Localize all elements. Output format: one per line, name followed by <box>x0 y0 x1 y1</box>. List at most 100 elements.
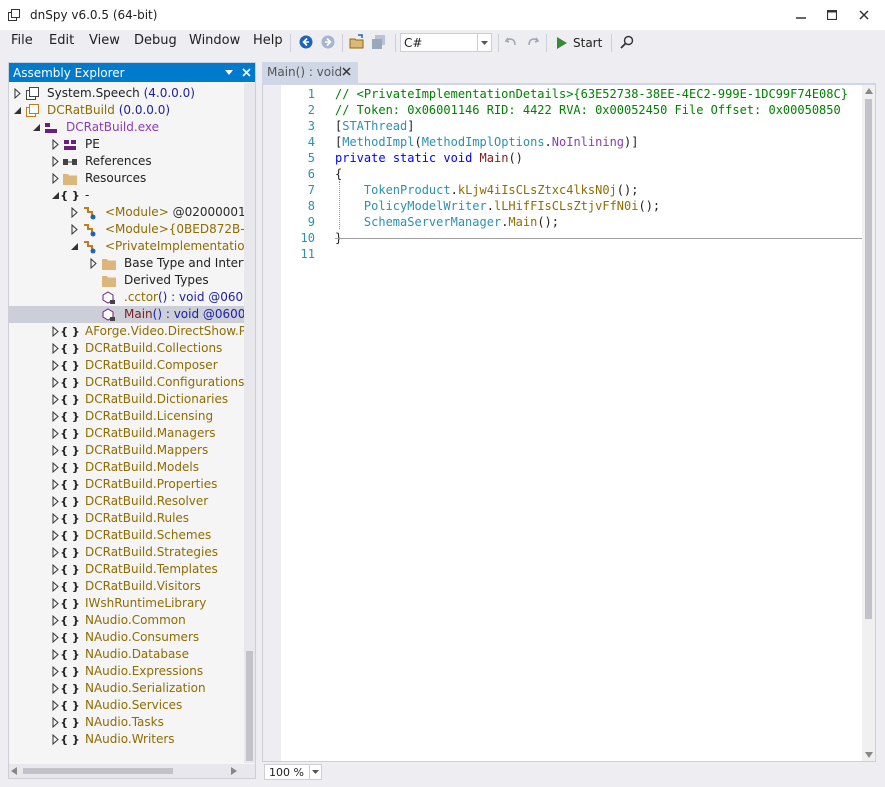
menu-view[interactable]: View <box>87 33 122 48</box>
tree-item-pe[interactable]: PE <box>9 136 244 153</box>
scroll-down-icon[interactable] <box>865 752 873 758</box>
tree-item-namespace[interactable]: { } DCRatBuild.Templates <box>9 561 244 578</box>
maximize-button[interactable] <box>820 4 844 26</box>
expand-arrow-icon[interactable] <box>89 258 99 269</box>
scroll-right-icon[interactable] <box>231 767 237 775</box>
tab-close-button[interactable] <box>342 65 351 79</box>
tree-item-derived-types[interactable]: Derived Types <box>9 272 244 289</box>
close-icon <box>859 10 869 20</box>
scrollbar-thumb[interactable] <box>246 651 253 761</box>
collapse-arrow-icon[interactable] <box>32 122 42 133</box>
namespace-icon: { } <box>60 342 80 355</box>
open-button[interactable] <box>348 33 366 51</box>
tree-item-namespace[interactable]: { } DCRatBuild.Collections <box>9 340 244 357</box>
tree-item-system-speech[interactable]: System.Speech (4.0.0.0) <box>9 85 244 102</box>
tree-item-namespace[interactable]: { } AForge.Video.DirectShow.Pro <box>9 323 244 340</box>
menu-window[interactable]: Window <box>187 33 242 48</box>
code-line-6: { <box>335 167 343 181</box>
language-dropdown[interactable]: C# <box>400 33 492 52</box>
save-all-button[interactable] <box>370 33 388 51</box>
scroll-left-icon[interactable] <box>11 767 17 775</box>
tree-item-namespace[interactable]: { } NAudio.Database <box>9 646 244 663</box>
scrollbar-thumb[interactable] <box>23 768 173 774</box>
collapse-arrow-icon[interactable] <box>13 105 23 116</box>
tab-main-void[interactable]: Main() : void <box>262 62 358 83</box>
tree-item-namespace[interactable]: { } NAudio.Services <box>9 697 244 714</box>
tree-item-namespace[interactable]: { } DCRatBuild.Managers <box>9 425 244 442</box>
type-name: TokenProduct <box>363 183 451 197</box>
tree-item-namespace[interactable]: { } DCRatBuild.Schemes <box>9 527 244 544</box>
tree-item-namespace[interactable]: { } DCRatBuild.Strategies <box>9 544 244 561</box>
tree-item-label: DCRatBuild.Collections <box>85 341 223 355</box>
expand-arrow-icon[interactable] <box>51 156 61 167</box>
search-button[interactable] <box>618 33 636 51</box>
zoom-level-dropdown[interactable]: 100 % <box>264 764 322 780</box>
expand-arrow-icon[interactable] <box>70 224 80 235</box>
explorer-horizontal-scrollbar[interactable] <box>9 764 255 778</box>
tree-item-namespace[interactable]: { } NAudio.Tasks <box>9 714 244 731</box>
expand-arrow-icon[interactable] <box>70 207 80 218</box>
tree-item-base-types[interactable]: Base Type and Interfac <box>9 255 244 272</box>
tree-item-namespace[interactable]: { } DCRatBuild.Mappers <box>9 442 244 459</box>
tree-item-private-implementation[interactable]: <PrivateImplementationD <box>9 238 244 255</box>
namespace-icon: { } <box>60 546 80 559</box>
namespace-icon: { } <box>60 427 80 440</box>
menu-debug[interactable]: Debug <box>132 33 179 48</box>
tree-item-namespace[interactable]: { } DCRatBuild.Licensing <box>9 408 244 425</box>
method-name: Main <box>479 151 509 165</box>
tree-item-label: DCRatBuild <box>47 103 115 117</box>
tree-item-namespace[interactable]: { } NAudio.Serialization <box>9 680 244 697</box>
redo-button[interactable] <box>524 33 542 51</box>
line-number: 9 <box>307 215 315 229</box>
navigate-forward-button[interactable] <box>319 33 337 51</box>
menu-help[interactable]: Help <box>251 33 285 48</box>
tree-item-namespace[interactable]: { } DCRatBuild.Resolver <box>9 493 244 510</box>
panel-close-button[interactable] <box>238 64 254 80</box>
minimize-button[interactable] <box>789 4 813 26</box>
editor-vertical-scrollbar[interactable] <box>862 85 875 761</box>
collapse-arrow-icon[interactable] <box>70 241 80 252</box>
navigate-back-button[interactable] <box>297 33 315 51</box>
explorer-vertical-scrollbar[interactable] <box>244 83 255 763</box>
code-line-9: SchemaServerManager.Main(); <box>363 215 560 229</box>
tree-item-dcratbuild-assembly[interactable]: DCRatBuild (0.0.0.0) <box>9 102 244 119</box>
module-icon <box>43 120 59 135</box>
tree-item-references[interactable]: References <box>9 153 244 170</box>
tree-item-dcratbuild-exe[interactable]: DCRatBuild.exe <box>9 119 244 136</box>
undo-button[interactable] <box>502 33 520 51</box>
tree-item-namespace[interactable]: { } DCRatBuild.Configurations <box>9 374 244 391</box>
tree-item-namespace[interactable]: { } NAudio.Consumers <box>9 629 244 646</box>
tree-item-namespace[interactable]: { } DCRatBuild.Composer <box>9 357 244 374</box>
tree-item-namespace[interactable]: { } DCRatBuild.Properties <box>9 476 244 493</box>
tree-item-namespace[interactable]: { } DCRatBuild.Dictionaries <box>9 391 244 408</box>
tree-item-module-guid[interactable]: <Module>{0BED872B-4DF <box>9 221 244 238</box>
tree-item-namespace[interactable]: { } NAudio.Expressions <box>9 663 244 680</box>
code-editor[interactable]: 1 2 3 4 5 6 7 8 9 10 11 // <PrivateImplementationD… <box>262 83 876 762</box>
menu-edit[interactable]: Edit <box>47 33 76 48</box>
expand-arrow-icon[interactable] <box>51 139 61 150</box>
close-button[interactable] <box>852 4 876 26</box>
tree-item-label: DCRatBuild.Composer <box>85 358 218 372</box>
start-debugging-button[interactable]: Start <box>556 34 602 52</box>
tree-item-namespace[interactable]: { } DCRatBuild.Rules <box>9 510 244 527</box>
expand-arrow-icon[interactable] <box>13 88 23 99</box>
tree-item-cctor[interactable]: .cctor() : void @06001 <box>9 289 244 306</box>
tree-item-namespace[interactable]: { } DCRatBuild.Visitors <box>9 578 244 595</box>
tree-item-main[interactable]: Main() : void @060011 <box>9 306 244 323</box>
menu-file[interactable]: File <box>9 33 35 48</box>
expand-arrow-icon[interactable] <box>51 173 61 184</box>
tree-item-namespace[interactable]: { } NAudio.Writers <box>9 731 244 748</box>
namespace-icon: { } <box>60 461 80 474</box>
tree-item-resources[interactable]: Resources <box>9 170 244 187</box>
folder-icon <box>101 256 117 271</box>
tree-item-namespace[interactable]: { } NAudio.Common <box>9 612 244 629</box>
tree-item-empty-namespace[interactable]: { } - <box>9 187 244 204</box>
close-icon <box>241 67 251 77</box>
panel-options-button[interactable] <box>221 64 237 80</box>
scroll-up-icon[interactable] <box>865 88 873 94</box>
tree-item-namespace[interactable]: { } IWshRuntimeLibrary <box>9 595 244 612</box>
tree-item-module[interactable]: <Module> @02000001 <box>9 204 244 221</box>
tree-item-namespace[interactable]: { } DCRatBuild.Models <box>9 459 244 476</box>
assembly-icon <box>25 86 41 101</box>
scrollbar-thumb[interactable] <box>865 99 872 619</box>
